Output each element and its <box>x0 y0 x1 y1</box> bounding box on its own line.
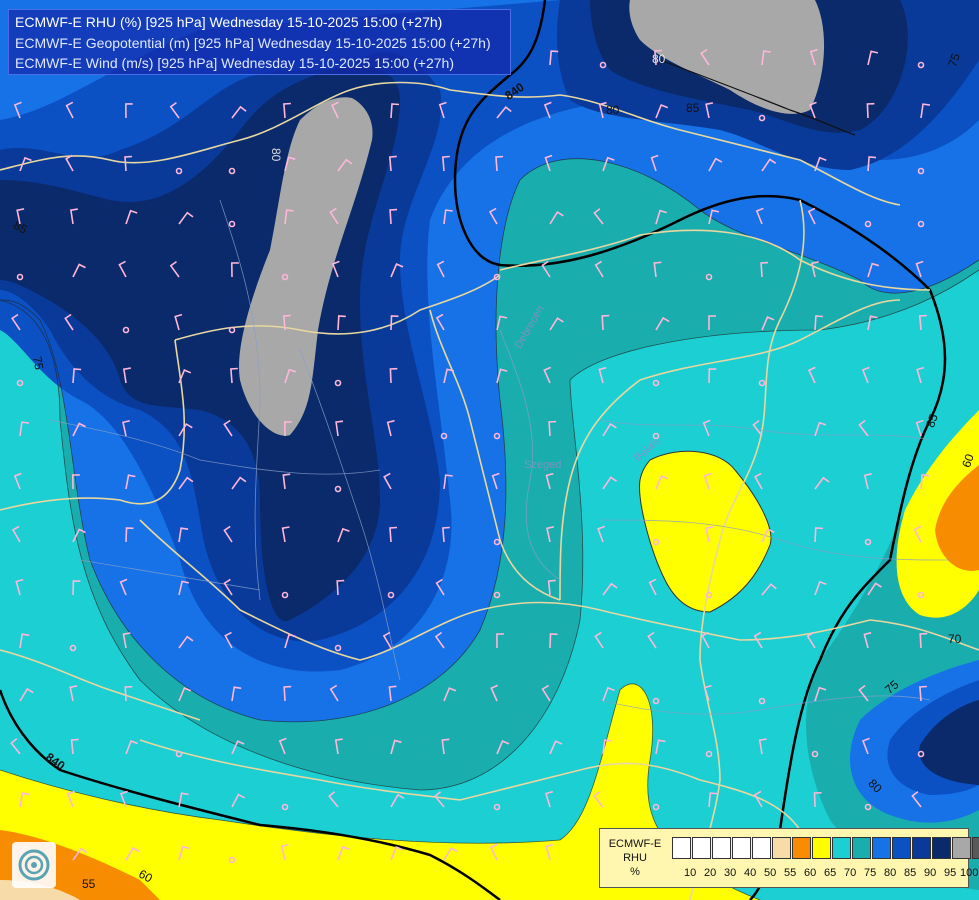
title-line-rhu: ECMWF-E RHU (%) [925 hPa] Wednesday 15-1… <box>15 14 443 30</box>
legend-swatch <box>752 837 771 859</box>
legend-tick: 10 <box>684 867 697 879</box>
legend-tick: 20 <box>704 867 717 879</box>
legend-tick: 80 <box>884 867 897 879</box>
label-rh-80b: 80 <box>606 103 620 117</box>
color-legend: ECMWF-E RHU % 10 20 30 40 50 55 60 65 70 75 80 85 90… <box>599 828 979 888</box>
legend-tick: 30 <box>724 867 737 879</box>
legend-swatch <box>852 837 871 859</box>
ecmwf-logo <box>12 842 56 888</box>
legend-tick: 85 <box>904 867 917 879</box>
legend-swatch <box>832 837 851 859</box>
legend-tick: 65 <box>824 867 837 879</box>
title-line-geopotential: ECMWF-E Geopotential (m) [925 hPa] Wedne… <box>15 34 491 51</box>
legend-tick: 55 <box>784 867 797 879</box>
legend-color-bar <box>672 837 979 859</box>
legend-tick: 70 <box>844 867 857 879</box>
title-panel: ECMWF-E RHU (%) [925 hPa] Wednesday 15-1… <box>8 9 511 75</box>
legend-swatch <box>872 837 891 859</box>
legend-swatch <box>912 837 931 859</box>
legend-swatch <box>932 837 951 859</box>
legend-tick: 75 <box>864 867 877 879</box>
label-rh-80-top: 80 <box>652 52 666 66</box>
legend-tick: 100 <box>960 867 979 879</box>
legend-swatch <box>712 837 731 859</box>
legend-label-var: RHU <box>623 852 647 864</box>
label-rh-85-top: 85 <box>686 101 700 115</box>
legend-ticks: 10 20 30 40 50 55 60 65 70 75 80 85 90 95 100 <box>672 867 978 881</box>
legend-swatch <box>952 837 971 859</box>
legend-swatch <box>792 837 811 859</box>
legend-label: ECMWF-E RHU % <box>604 837 666 879</box>
title-line-wind: ECMWF-E Wind (m/s) [925 hPa] Wednesday 1… <box>15 55 454 71</box>
legend-swatch <box>732 837 751 859</box>
legend-swatch <box>972 837 979 859</box>
legend-swatch <box>892 837 911 859</box>
legend-tick: 40 <box>744 867 757 879</box>
label-rh-80-left: 80 <box>269 148 283 162</box>
legend-swatch <box>692 837 711 859</box>
weather-map: 840 840 85 80 80 85 75 80 85 75 60 70 75… <box>0 0 979 900</box>
legend-tick: 50 <box>764 867 777 879</box>
legend-swatch <box>672 837 691 859</box>
legend-swatch <box>772 837 791 859</box>
swirl-icon <box>18 849 50 881</box>
label-rh-75-left: 75 <box>30 355 46 371</box>
label-rh-70-right: 70 <box>948 632 962 646</box>
legend-tick: 60 <box>804 867 817 879</box>
legend-tick: 95 <box>944 867 957 879</box>
legend-tick: 90 <box>924 867 937 879</box>
label-rh-55-bl: 55 <box>82 877 96 891</box>
place-label-szeged-area: Szeged <box>524 459 561 471</box>
legend-swatch <box>812 837 831 859</box>
legend-label-model: ECMWF-E <box>608 838 662 850</box>
legend-label-unit: % <box>630 866 640 878</box>
